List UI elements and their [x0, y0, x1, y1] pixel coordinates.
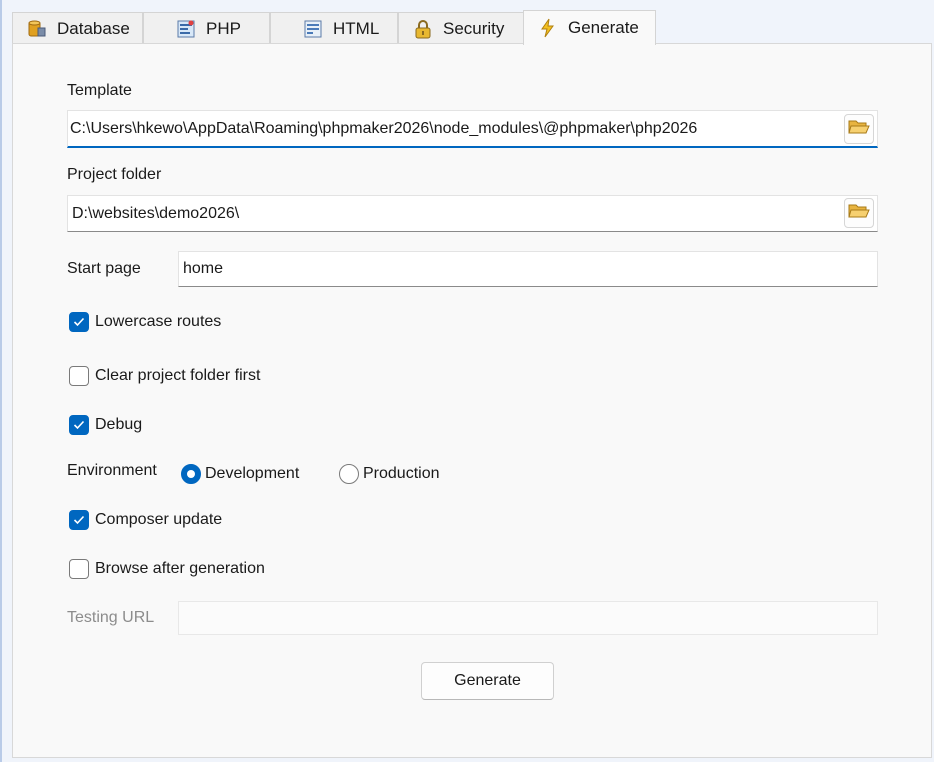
lock-icon — [413, 19, 433, 39]
checkmark-icon — [73, 420, 85, 430]
checkmark-icon — [73, 317, 85, 327]
environment-label: Environment — [67, 462, 157, 479]
lowercase-routes-checkbox[interactable] — [69, 312, 89, 332]
tab-html-label: HTML — [333, 18, 380, 38]
lowercase-routes-row[interactable]: Lowercase routes — [69, 310, 221, 334]
project-folder-label: Project folder — [67, 166, 162, 183]
clear-project-label: Clear project folder first — [95, 367, 261, 384]
composer-update-label: Composer update — [95, 511, 223, 528]
tab-php[interactable]: PHP — [143, 12, 270, 44]
browse-after-row[interactable]: Browse after generation — [69, 557, 265, 581]
template-value: C:\Users\hkewo\AppData\Roaming\phpmaker2… — [70, 119, 698, 137]
testing-url-input[interactable] — [178, 601, 878, 635]
production-label: Production — [363, 465, 440, 482]
checkmark-icon — [73, 515, 85, 525]
composer-update-checkbox[interactable] — [69, 510, 89, 530]
debug-checkbox[interactable] — [69, 415, 89, 435]
environment-development-option[interactable]: Development — [181, 462, 299, 486]
project-folder-input[interactable]: D:\websites\demo2026\ — [67, 195, 878, 232]
testing-url-label: Testing URL — [67, 609, 155, 626]
debug-row[interactable]: Debug — [69, 413, 142, 437]
start-page-input[interactable]: home — [178, 251, 878, 287]
browse-after-label: Browse after generation — [95, 560, 265, 577]
start-page-value: home — [183, 260, 224, 277]
tab-html[interactable]: HTML — [270, 12, 398, 44]
production-radio[interactable] — [339, 464, 359, 484]
tab-database[interactable]: Database — [12, 12, 143, 44]
tab-strip: Database PHP HTML Security Generate — [12, 10, 932, 45]
tab-generate-label: Generate — [568, 18, 639, 37]
clear-project-row[interactable]: Clear project folder first — [69, 364, 260, 388]
folder-open-icon — [848, 202, 870, 225]
composer-update-row[interactable]: Composer update — [69, 508, 222, 532]
tab-generate[interactable]: Generate — [523, 10, 656, 45]
start-page-label: Start page — [67, 260, 141, 277]
tab-security-label: Security — [443, 18, 505, 38]
clear-project-checkbox[interactable] — [69, 366, 89, 386]
folder-open-icon — [848, 118, 870, 141]
html-file-icon — [303, 19, 323, 39]
project-folder-browse-button[interactable] — [844, 198, 874, 228]
window-border — [0, 0, 2, 762]
lightning-icon — [538, 18, 558, 38]
php-file-icon — [176, 19, 196, 39]
tab-security[interactable]: Security — [398, 12, 524, 44]
generate-panel: Template C:\Users\hkewo\AppData\Roaming\… — [12, 43, 932, 758]
template-label: Template — [67, 82, 132, 99]
debug-label: Debug — [95, 416, 143, 433]
tab-database-label: Database — [57, 18, 130, 38]
lowercase-routes-label: Lowercase routes — [95, 313, 222, 330]
development-radio[interactable] — [181, 464, 201, 484]
development-label: Development — [205, 465, 300, 482]
environment-production-option[interactable]: Production — [339, 462, 440, 486]
browse-after-checkbox[interactable] — [69, 559, 89, 579]
template-input[interactable]: C:\Users\hkewo\AppData\Roaming\phpmaker2… — [67, 110, 878, 148]
generate-button[interactable]: Generate — [421, 662, 554, 700]
tab-php-label: PHP — [206, 18, 241, 38]
template-browse-button[interactable] — [844, 114, 874, 144]
project-folder-value: D:\websites\demo2026\ — [72, 204, 240, 222]
database-icon — [27, 19, 47, 39]
